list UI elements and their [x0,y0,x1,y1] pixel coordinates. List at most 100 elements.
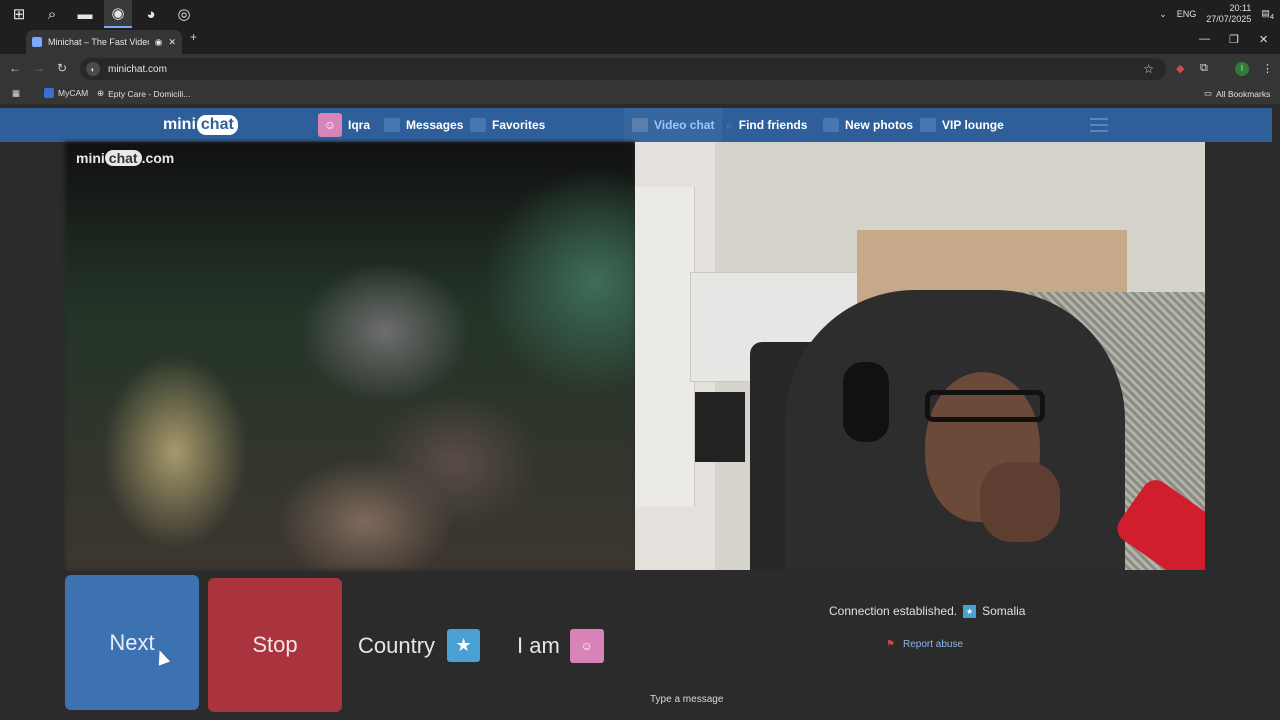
chrome-icon[interactable]: ◉ [104,0,132,28]
chevron-up-icon[interactable]: ⌄ [1159,9,1167,20]
nav-vip-lounge[interactable]: VIP lounge [920,108,1004,142]
url-text: minichat.com [108,63,167,75]
gender-label: I am [517,633,560,658]
flag-icon: ⚑ [886,639,895,650]
all-bookmarks-label: All Bookmarks [1216,88,1271,99]
folder-icon: ▭ [1204,88,1213,98]
video-watermark: mini chat .com [76,150,174,166]
logo-bubble: chat [196,115,238,135]
bookmark-epty-care[interactable]: ⊕ Epty Care - Domicili... [97,88,190,99]
bookmark-label: Epty Care - Domicili... [108,88,191,99]
watermark-text: mini [76,150,105,166]
globe-icon: ⊕ [97,88,105,98]
glasses [925,390,1045,422]
magnifier-icon: ⌕ [726,117,733,132]
page-scrollbar[interactable] [1272,104,1280,720]
nav-new-photos-label: New photos [845,118,913,132]
notification-count: 4 [1269,11,1274,21]
profile-avatar[interactable]: I [1235,62,1249,76]
messages-icon [384,118,400,132]
bookmark-label: MyCAM [58,88,89,98]
app-icon[interactable]: ◎ [170,0,198,28]
country-selector[interactable]: Country ★ [358,629,481,662]
female-avatar-icon: ☺ [569,629,604,663]
close-window-icon[interactable]: ✕ [1259,33,1268,46]
report-abuse-label: Report abuse [902,639,964,650]
bookmark-mycam[interactable]: MyCAM [44,88,88,98]
minimize-icon[interactable]: — [1199,33,1210,45]
discord-icon[interactable]: ◕ [137,0,165,28]
stop-button[interactable]: Stop [208,578,342,712]
extensions-puzzle-icon[interactable]: ⧉ [1200,62,1208,75]
apps-grid-icon[interactable]: ▦ [12,88,20,99]
photos-icon [823,118,839,132]
all-bookmarks[interactable]: ▭ All Bookmarks [1204,88,1270,99]
bin [695,392,745,462]
taskbar: ⊞ ⌕ ▬ ◉ ◕ ◎ ⌄ ENG 20:11 27/07/2025 ▤4 [0,0,1280,28]
forward-icon[interactable]: → [33,61,45,75]
avatar: ☺ [318,113,342,137]
country-label: Country [358,632,436,658]
restore-icon[interactable]: ❐ [1229,33,1239,46]
recording-icon: ◉ [154,36,163,47]
partner-video [65,142,635,570]
nav-video-chat-label: Video chat [654,118,715,132]
headphones [843,362,889,442]
nav-find-friends[interactable]: ⌕ Find friends [726,108,807,142]
partner-country: Somalia [982,604,1026,618]
tab-close-icon[interactable]: ✕ [168,37,176,48]
nav-profile-label: Iqra [348,118,371,132]
nav-find-friends-label: Find friends [738,118,808,132]
next-button[interactable]: Next [65,575,199,710]
system-tray: ⌄ ENG 20:11 27/07/2025 ▤4 [1159,0,1274,28]
back-icon[interactable]: ← [9,61,21,75]
tab-title: Minichat – The Fast Video C [48,37,149,47]
minichat-logo[interactable]: mini chat [163,112,238,138]
notification-icon[interactable]: ▤4 [1261,8,1274,21]
drawer-unit [635,187,695,507]
nav-new-photos[interactable]: New photos [823,108,913,142]
nav-video-chat[interactable]: Video chat [624,108,723,142]
reload-icon[interactable]: ↻ [57,61,67,75]
bookmark-star-icon[interactable]: ☆ [1143,62,1154,76]
mycam-icon [44,88,54,98]
menu-kebab-icon[interactable]: ⋮ [1262,62,1273,75]
clock-date: 27/07/2025 [1206,14,1252,24]
nav-messages-label: Messages [406,118,464,132]
extension-icon[interactable]: ◆ [1176,62,1184,75]
watermark-suffix: .com [141,150,175,166]
video-camera-icon [632,118,648,132]
site-nav: mini chat ☺ Iqra Messages Favorites Vide… [0,108,1272,142]
logo-text: mini [163,116,196,133]
address-bar-row: ← → ↻ ◐ minichat.com ☆ ◆ ⧉ I ⋮ [0,54,1280,84]
windows-icon[interactable]: ⊞ [5,0,33,28]
bookmarks-bar: ▦ MyCAM ⊕ Epty Care - Domicili... ▭ All … [0,84,1280,104]
tab-strip: ⌄ Minichat – The Fast Video C ◉ ✕ + — ❐ … [0,28,1280,72]
favorites-icon [470,118,486,132]
file-explorer-icon[interactable]: ▬ [71,0,99,28]
nav-favorites-label: Favorites [492,118,546,132]
watermark-bubble: chat [104,150,142,166]
address-bar[interactable]: ◐ minichat.com ☆ [80,58,1166,80]
report-abuse-link[interactable]: ⚑ Report abuse [886,639,963,650]
star-flag-icon: ★ [447,629,481,662]
site-info-icon[interactable]: ◐ [86,62,100,76]
browser-tab[interactable]: Minichat – The Fast Video C ◉ ✕ [26,30,182,54]
clock-time: 20:11 [1229,3,1252,13]
search-icon[interactable]: ⌕ [38,0,66,28]
language-indicator[interactable]: ENG [1177,9,1197,19]
new-tab-button[interactable]: + [190,30,197,44]
connection-status: Connection established. ★ Somalia [829,604,1025,618]
self-video [635,142,1205,570]
tab-favicon-icon [32,37,42,47]
clock[interactable]: 20:11 27/07/2025 [1206,3,1251,25]
gender-selector[interactable]: I am ☺ [517,629,604,663]
message-input[interactable]: Type a message [650,694,723,705]
nav-messages[interactable]: Messages [384,108,463,142]
nav-profile[interactable]: ☺ Iqra [318,108,370,142]
nav-favorites[interactable]: Favorites [470,108,545,142]
nav-vip-lounge-label: VIP lounge [942,118,1004,132]
status-text: Connection established. [829,604,958,618]
menu-icon[interactable] [1090,118,1108,132]
hand [980,462,1060,542]
